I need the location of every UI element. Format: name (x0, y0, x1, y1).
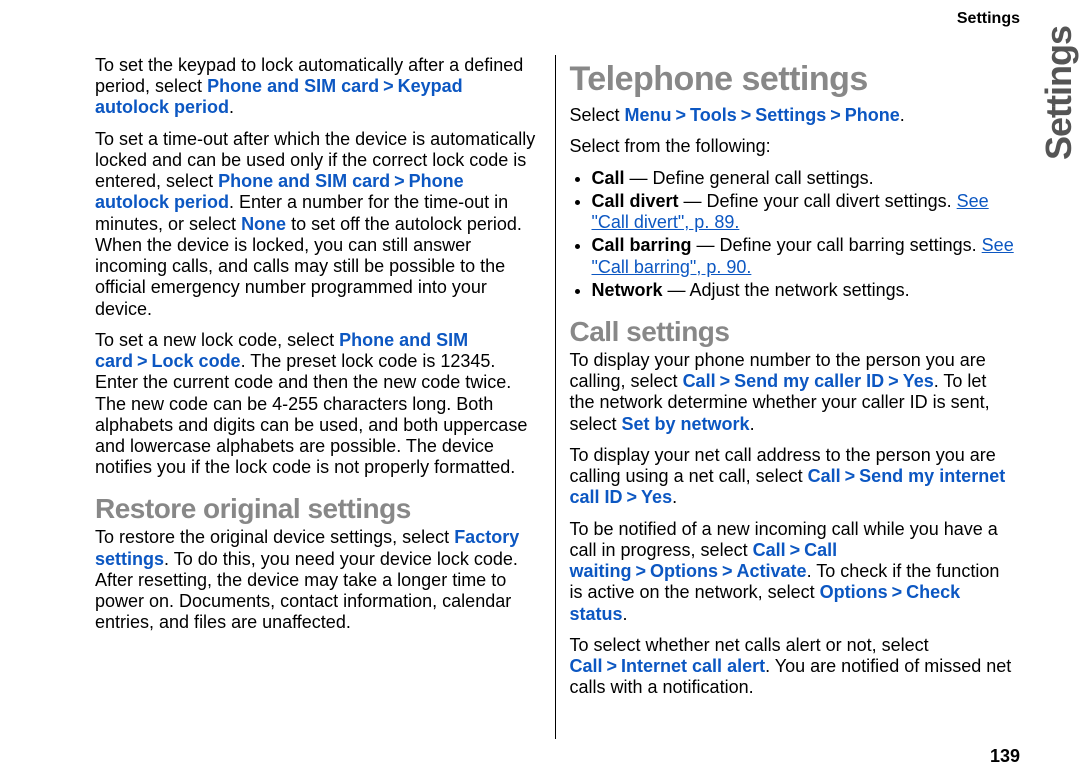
link-settings[interactable]: Settings (755, 105, 826, 125)
link-set-by-network[interactable]: Set by network (622, 414, 750, 434)
para-restore: To restore the original device settings,… (95, 527, 541, 633)
heading-call-settings: Call settings (570, 315, 1016, 348)
para-internet-alert: To select whether net calls alert or not… (570, 635, 1016, 699)
link-activate[interactable]: Activate (737, 561, 807, 581)
link-send-caller-id[interactable]: Send my caller ID (734, 371, 884, 391)
header-section: Settings (957, 10, 1020, 28)
separator-icon: > (390, 171, 409, 191)
text: — Define your call divert settings. (679, 191, 957, 211)
separator-icon: > (672, 105, 691, 125)
heading-restore: Restore original settings (95, 492, 541, 525)
link-phone-sim[interactable]: Phone and SIM card (218, 171, 390, 191)
link-options[interactable]: Options (650, 561, 718, 581)
para-net-call-id: To display your net call address to the … (570, 445, 1016, 509)
option-network: Network (592, 280, 663, 300)
link-call[interactable]: Call (753, 540, 786, 560)
link-none[interactable]: None (241, 214, 286, 234)
separator-icon: > (841, 466, 860, 486)
page-number: 139 (990, 746, 1020, 767)
para-lock-code: To set a new lock code, select Phone and… (95, 330, 541, 479)
separator-icon: > (603, 656, 622, 676)
side-tab-settings: Settings (1038, 26, 1080, 160)
text: . (672, 487, 677, 507)
link-call[interactable]: Call (570, 656, 603, 676)
link-phone-sim[interactable]: Phone and SIM card (207, 76, 379, 96)
link-call[interactable]: Call (683, 371, 716, 391)
link-lock-code[interactable]: Lock code (152, 351, 241, 371)
separator-icon: > (884, 371, 903, 391)
link-tools[interactable]: Tools (690, 105, 737, 125)
link-yes[interactable]: Yes (903, 371, 934, 391)
separator-icon: > (623, 487, 642, 507)
option-call-divert: Call divert (592, 191, 679, 211)
separator-icon: > (716, 371, 735, 391)
list-item: Call barring — Define your call barring … (592, 235, 1016, 277)
para-caller-id: To display your phone number to the pers… (570, 350, 1016, 435)
link-yes[interactable]: Yes (641, 487, 672, 507)
text: . (750, 414, 755, 434)
page: Settings Settings 139 To set the keypad … (0, 0, 1080, 779)
list-item: Call divert — Define your call divert se… (592, 191, 1016, 233)
option-list: Call — Define general call settings. Cal… (570, 168, 1016, 301)
link-menu[interactable]: Menu (625, 105, 672, 125)
link-internet-call-alert[interactable]: Internet call alert (621, 656, 765, 676)
separator-icon: > (379, 76, 398, 96)
option-call-barring: Call barring (592, 235, 692, 255)
para-select-path: Select Menu>Tools>Settings>Phone. (570, 105, 1016, 126)
text: To restore the original device settings,… (95, 527, 454, 547)
separator-icon: > (737, 105, 756, 125)
separator-icon: > (718, 561, 737, 581)
separator-icon: > (888, 582, 907, 602)
para-call-waiting: To be notified of a new incoming call wh… (570, 519, 1016, 625)
text: To set a new lock code, select (95, 330, 339, 350)
link-phone[interactable]: Phone (845, 105, 900, 125)
separator-icon: > (133, 351, 152, 371)
link-call[interactable]: Call (808, 466, 841, 486)
link-options[interactable]: Options (820, 582, 888, 602)
text: To select whether net calls alert or not… (570, 635, 929, 655)
separator-icon: > (786, 540, 805, 560)
text: . (900, 105, 905, 125)
right-column: Telephone settings Select Menu>Tools>Set… (556, 55, 1026, 739)
text: — Adjust the network settings. (663, 280, 910, 300)
para-select-from: Select from the following: (570, 136, 1016, 157)
text: Select (570, 105, 625, 125)
content-columns: To set the keypad to lock automatically … (95, 55, 1025, 739)
option-call: Call (592, 168, 625, 188)
left-column: To set the keypad to lock automatically … (95, 55, 556, 739)
separator-icon: > (632, 561, 651, 581)
separator-icon: > (826, 105, 845, 125)
heading-telephone-settings: Telephone settings (570, 59, 1016, 99)
para-phone-autolock: To set a time-out after which the device… (95, 129, 541, 320)
text: — Define your call barring settings. (692, 235, 982, 255)
list-item: Call — Define general call settings. (592, 168, 1016, 189)
list-item: Network — Adjust the network settings. (592, 280, 1016, 301)
para-keypad-autolock: To set the keypad to lock automatically … (95, 55, 541, 119)
text: — Define general call settings. (625, 168, 874, 188)
text: . (623, 604, 628, 624)
text: . (229, 97, 234, 117)
